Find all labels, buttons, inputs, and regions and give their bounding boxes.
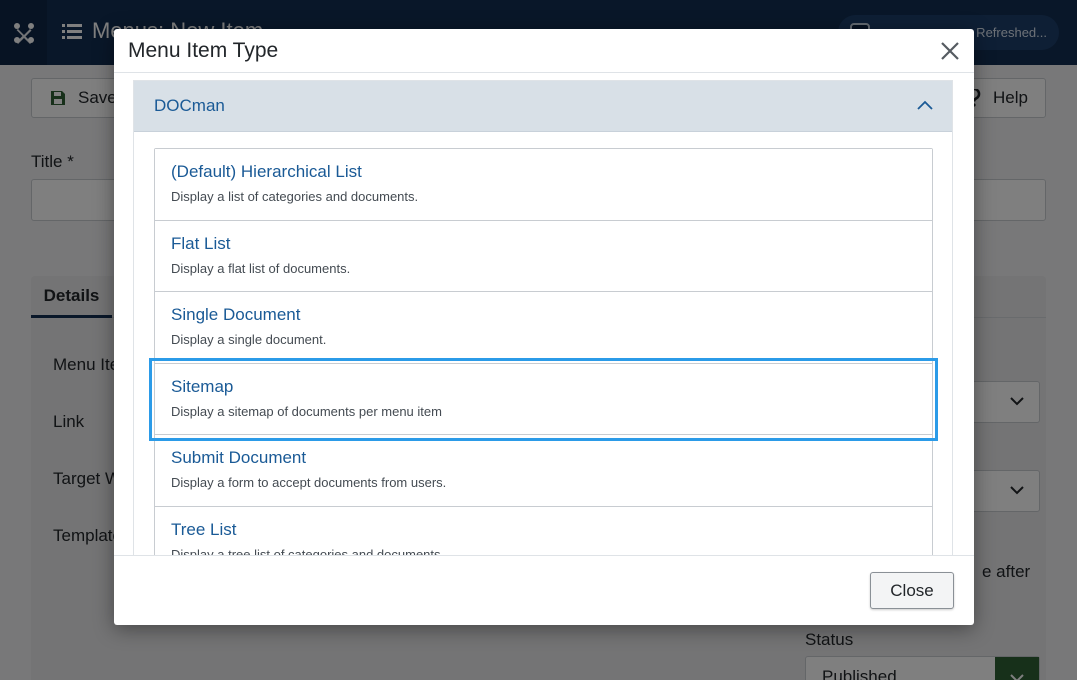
list-item-title[interactable]: Flat List [171,234,916,254]
close-icon[interactable] [938,39,962,63]
list-item[interactable]: Flat List Display a flat list of documen… [155,220,932,292]
list-item-description: Display a tree list of categories and do… [171,546,445,556]
accordion-docman: DOCman (Default) Hierarchical List Displ… [133,80,953,555]
list-item-title[interactable]: (Default) Hierarchical List [171,162,916,182]
list-item[interactable]: Single Document Display a single documen… [155,292,932,364]
list-item-title[interactable]: Single Document [171,305,916,325]
chevron-up-icon [917,100,933,110]
list-item-title[interactable]: Submit Document [171,448,916,468]
list-item-description: Display a list of categories and documen… [171,189,419,204]
modal-title: Menu Item Type [128,39,279,62]
modal-footer: Close [114,555,974,625]
list-item-focused[interactable]: Sitemap Display a sitemap of documents p… [149,357,938,441]
list-item-description: Display a form to accept documents from … [171,475,447,490]
modal-header: Menu Item Type [114,29,974,73]
list-item-description: Display a sitemap of documents per menu … [171,403,442,419]
list-item[interactable]: Tree List Display a tree list of categor… [155,506,932,556]
list-item[interactable]: Submit Document Display a form to accept… [155,435,932,507]
list-item-description: Display a single document. [171,332,327,347]
menu-type-list: (Default) Hierarchical List Display a li… [149,148,938,556]
accordion-title: DOCman [154,96,225,115]
modal-body[interactable]: DOCman (Default) Hierarchical List Displ… [114,74,974,555]
menu-item-type-modal: Menu Item Type DOCman (Default) Hierarch… [114,29,974,625]
list-item-title[interactable]: Sitemap [171,377,916,397]
list-item[interactable]: (Default) Hierarchical List Display a li… [155,149,932,221]
list-item-description: Display a flat list of documents. [171,260,351,276]
list-item-title[interactable]: Tree List [171,520,916,540]
close-button[interactable]: Close [870,572,954,609]
accordion-header[interactable]: DOCman [134,81,952,132]
